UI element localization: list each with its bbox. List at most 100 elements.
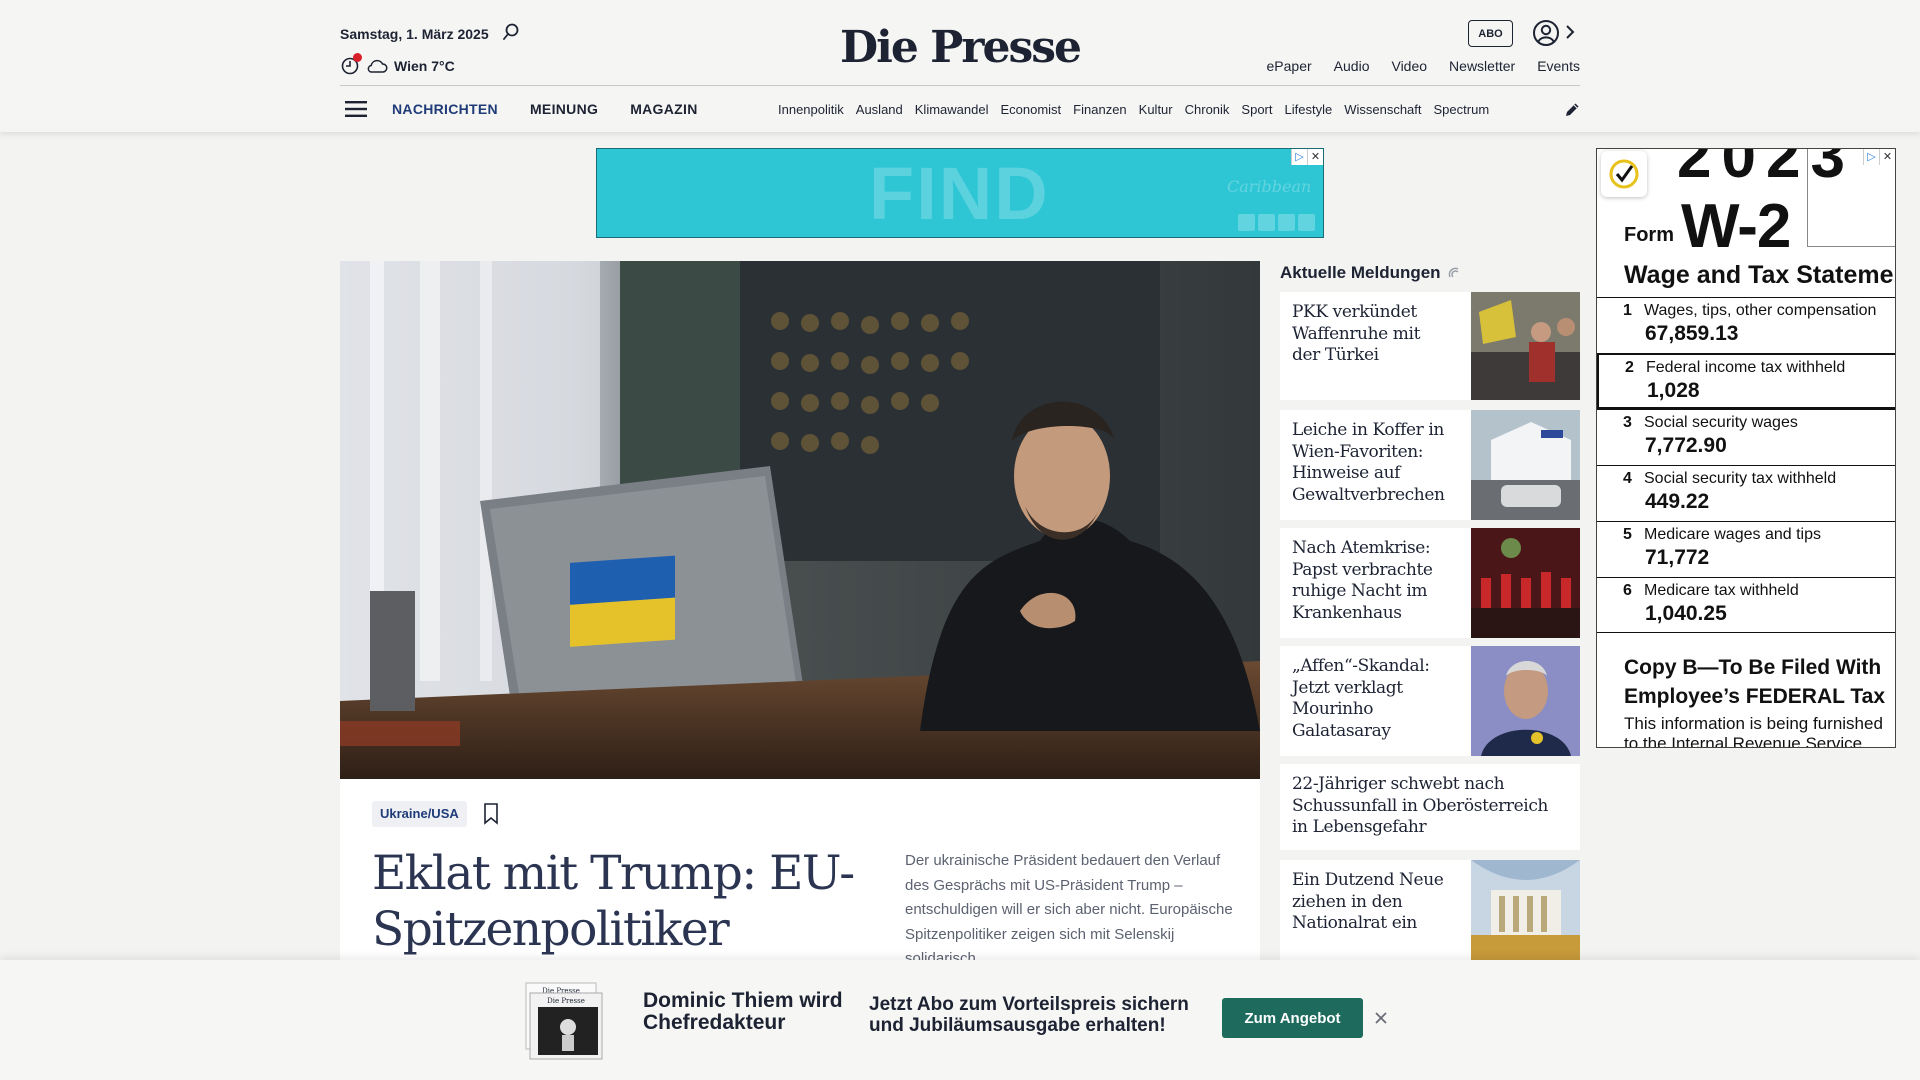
ticker-item-text: Nach Atemkrise: Papst verbrachte ruhige … bbox=[1292, 538, 1433, 623]
banner-ad-text: FIND bbox=[869, 152, 1050, 235]
promo-title: Dominic Thiem wird Chefredakteur bbox=[643, 989, 843, 1034]
topic-spectrum[interactable]: Spectrum bbox=[1434, 102, 1490, 117]
play-icon[interactable] bbox=[1238, 214, 1255, 231]
w2-row-label: Wages, tips, other compensation bbox=[1644, 302, 1877, 319]
ticker-item-text: „Affen“-Skandal: Jetzt verklagt Mourinho… bbox=[1292, 656, 1430, 741]
pulse-icon bbox=[1448, 267, 1459, 278]
w2-copy-line: Employee’s FEDERAL Tax bbox=[1624, 685, 1886, 708]
site-header: Samstag, 1. März 2025 Wien 7°C Die Press… bbox=[0, 0, 1920, 132]
newspaper-stack-image: Die Presse Die Presse bbox=[525, 982, 603, 1060]
w2-note-line: to the Internal Revenue Service bbox=[1624, 734, 1863, 748]
service-links: ePaper Audio Video Newsletter Events bbox=[1267, 58, 1580, 74]
abo-button[interactable]: ABO bbox=[1468, 20, 1513, 47]
user-icon[interactable] bbox=[1532, 19, 1560, 47]
close-icon[interactable] bbox=[1373, 1010, 1389, 1026]
w2-row-value: 67,859.13 bbox=[1645, 322, 1739, 345]
w2-row: 3 Social security wages 7,772.90 bbox=[1597, 409, 1895, 465]
zum-angebot-button[interactable]: Zum Angebot bbox=[1222, 998, 1363, 1038]
ad-close-icon[interactable]: ✕ bbox=[1307, 149, 1323, 165]
w2-row-value: 1,028 bbox=[1647, 379, 1700, 402]
link-events[interactable]: Events bbox=[1537, 58, 1580, 74]
paper-masthead: Die Presse bbox=[547, 997, 585, 1005]
w2-row-num: 3 bbox=[1623, 414, 1632, 431]
subscription-promo-bar: Die Presse Die Presse Dominic Thiem wird… bbox=[0, 960, 1920, 1080]
w2-note-line: This information is being furnished bbox=[1624, 714, 1883, 733]
topic-nav: Innenpolitik Ausland Klimawandel Economi… bbox=[778, 102, 1541, 117]
w2-row-label: Social security tax withheld bbox=[1644, 470, 1837, 487]
ticker-item[interactable]: „Affen“-Skandal: Jetzt verklagt Mourinho… bbox=[1280, 646, 1580, 756]
checkmark-icon bbox=[1601, 151, 1647, 197]
w2-row-label: Federal income tax withheld bbox=[1646, 359, 1846, 376]
w2-form-label: Form bbox=[1624, 224, 1674, 246]
ticker-thumbnail bbox=[1471, 410, 1580, 520]
topic-klimawandel[interactable]: Klimawandel bbox=[915, 102, 989, 117]
stop-icon[interactable] bbox=[1258, 214, 1275, 231]
ticker-item[interactable]: 22-Jähriger schwebt nach Schussunfall in… bbox=[1280, 764, 1580, 850]
ad-close-icon[interactable]: ✕ bbox=[1879, 149, 1895, 165]
topic-finanzen[interactable]: Finanzen bbox=[1073, 102, 1126, 117]
ticker-item-text: 22-Jähriger schwebt nach Schussunfall in… bbox=[1292, 774, 1548, 837]
w2-note-text: This information is being furnished to t… bbox=[1624, 714, 1883, 748]
topic-sport[interactable]: Sport bbox=[1241, 102, 1272, 117]
w2-row-value: 71,772 bbox=[1645, 546, 1710, 569]
nav-magazin[interactable]: MAGAZIN bbox=[630, 101, 697, 117]
ticker-item[interactable]: Leiche in Koffer in Wien-Favoriten: Hinw… bbox=[1280, 410, 1580, 520]
lead-teaser: Der ukrainische Präsident bedauert den V… bbox=[905, 852, 1233, 967]
w2-row-label: Medicare wages and tips bbox=[1644, 526, 1821, 543]
topic-innenpolitik[interactable]: Innenpolitik bbox=[778, 102, 844, 117]
main-nav: NACHRICHTEN MEINUNG MAGAZIN bbox=[392, 101, 698, 117]
w2-row-num: 1 bbox=[1623, 302, 1632, 319]
w2-row-value: 449.22 bbox=[1645, 490, 1710, 513]
topic-ausland[interactable]: Ausland bbox=[856, 102, 903, 117]
w2-row: 5 Medicare wages and tips 71,772 bbox=[1597, 521, 1895, 577]
w2-row-label: Social security wages bbox=[1644, 414, 1798, 431]
volume-icon[interactable] bbox=[1298, 214, 1315, 231]
ad-marks: ▷ ✕ bbox=[1863, 149, 1895, 165]
promo-text: Jetzt Abo zum Vorteilspreis sichern und … bbox=[869, 994, 1189, 1036]
ticker-item[interactable]: Ein Dutzend Neue ziehen in den Nationalr… bbox=[1280, 860, 1580, 960]
w2-row-num: 2 bbox=[1625, 359, 1634, 376]
lead-article-image[interactable] bbox=[340, 261, 1260, 779]
adchoices-icon[interactable]: ▷ bbox=[1291, 149, 1307, 165]
link-video[interactable]: Video bbox=[1391, 58, 1427, 74]
ticker-thumbnail bbox=[1471, 860, 1580, 960]
nav-nachrichten[interactable]: NACHRICHTEN bbox=[392, 101, 498, 117]
ticker-thumbnail bbox=[1471, 292, 1580, 400]
w2-row: 4 Social security tax withheld 449.22 bbox=[1597, 465, 1895, 521]
link-audio[interactable]: Audio bbox=[1334, 58, 1370, 74]
adchoices-icon[interactable]: ▷ bbox=[1863, 149, 1879, 165]
replay-icon[interactable] bbox=[1278, 214, 1295, 231]
topic-kultur[interactable]: Kultur bbox=[1139, 102, 1173, 117]
ticker-item[interactable]: Nach Atemkrise: Papst verbrachte ruhige … bbox=[1280, 528, 1580, 638]
w2-row-value: 7,772.90 bbox=[1645, 434, 1727, 457]
article-category-tag[interactable]: Ukraine/USA bbox=[372, 801, 467, 827]
topic-chronik[interactable]: Chronik bbox=[1185, 102, 1230, 117]
w2-form-code: W-2 bbox=[1681, 192, 1791, 261]
w2-row: 1 Wages, tips, other compensation 67,859… bbox=[1597, 297, 1895, 353]
site-logo[interactable]: Die Presse bbox=[0, 22, 1920, 73]
ticker-item[interactable]: PKK verkündet Waffenruhe mit der Türkei bbox=[1280, 292, 1580, 400]
nav-meinung[interactable]: MEINUNG bbox=[530, 101, 598, 117]
lead-article[interactable]: Ukraine/USA Eklat mit Trump: EU-Spitzenp… bbox=[340, 261, 1260, 1013]
ticker-thumbnail bbox=[1471, 528, 1580, 638]
side-ad[interactable]: 2023 ▷ ✕ Form W-2 Wage and Tax Statement… bbox=[1596, 148, 1896, 748]
ticker-thumbnail bbox=[1471, 646, 1580, 756]
header-divider bbox=[340, 85, 1580, 86]
pencil-icon[interactable] bbox=[1563, 101, 1581, 119]
bookmark-icon[interactable] bbox=[483, 803, 499, 825]
w2-copy-text: Copy B—To Be Filed With Employee’s FEDER… bbox=[1624, 653, 1885, 711]
topic-wissenschaft[interactable]: Wissenschaft bbox=[1344, 102, 1421, 117]
w2-row-label: Medicare tax withheld bbox=[1644, 582, 1799, 599]
menu-icon[interactable] bbox=[345, 100, 367, 118]
w2-row-value: 1,040.25 bbox=[1645, 602, 1727, 625]
link-epaper[interactable]: ePaper bbox=[1267, 58, 1312, 74]
chevron-right-icon[interactable] bbox=[1563, 22, 1577, 42]
video-controls bbox=[1238, 214, 1315, 231]
banner-ad[interactable]: FIND Caribbean ▷ ✕ bbox=[596, 148, 1324, 238]
topic-economist[interactable]: Economist bbox=[1000, 102, 1061, 117]
w2-copy-line: Copy B—To Be Filed With bbox=[1624, 656, 1882, 679]
news-ticker: Aktuelle Meldungen PKK verkündet Waffenr… bbox=[1280, 262, 1580, 960]
banner-ad-brand: Caribbean bbox=[1227, 177, 1312, 196]
link-newsletter[interactable]: Newsletter bbox=[1449, 58, 1515, 74]
topic-lifestyle[interactable]: Lifestyle bbox=[1285, 102, 1333, 117]
